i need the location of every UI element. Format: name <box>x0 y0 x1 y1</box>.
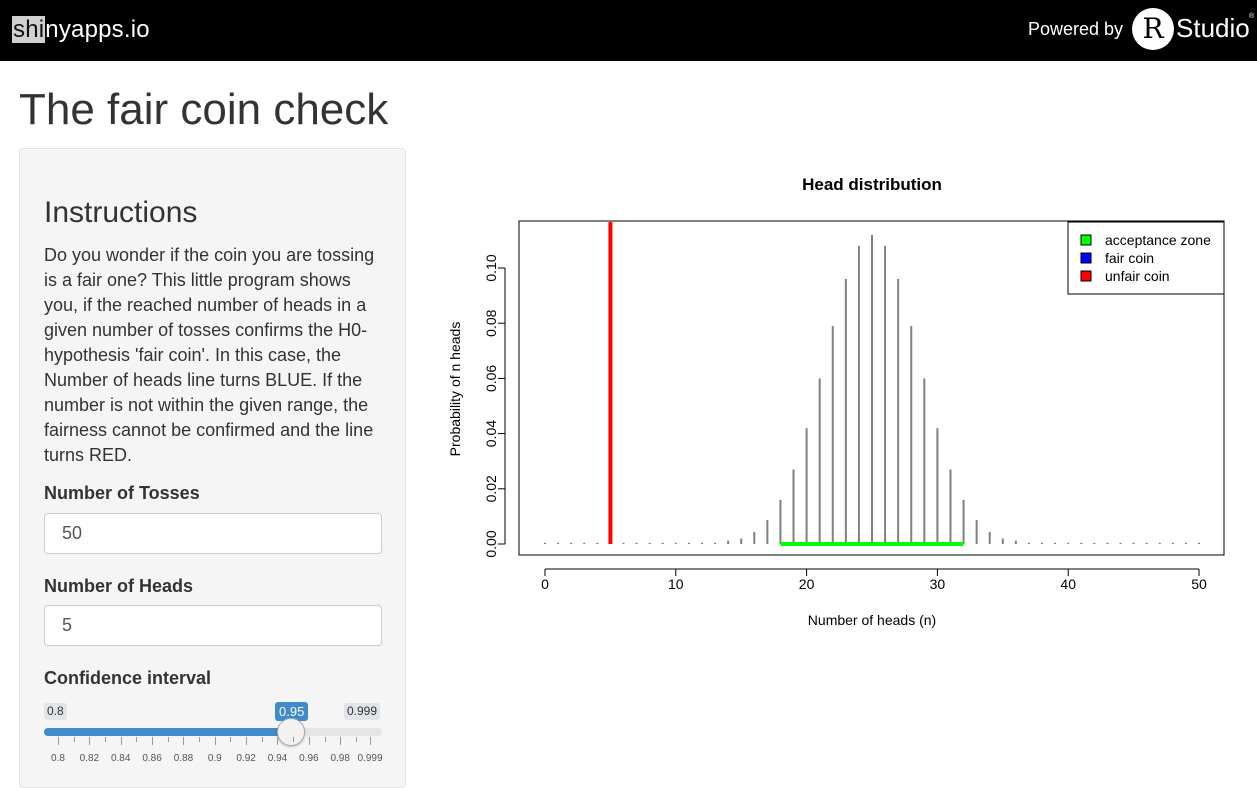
trademark-mark: ® <box>1249 13 1255 20</box>
slider-tick-label: 0.9 <box>207 753 222 764</box>
legend-swatch <box>1080 234 1092 246</box>
slider-tick-major <box>214 737 216 745</box>
powered-by-label: Powered by <box>1028 19 1124 39</box>
slider-tick <box>293 737 295 742</box>
slider-tick-major <box>277 737 279 745</box>
slider-tick-major <box>246 737 248 745</box>
slider-tick <box>105 737 107 742</box>
slider-tick-label: 0.92 <box>236 753 256 764</box>
top-bar: shinyapps.io Powered by R Studio ® <box>0 0 1257 61</box>
plot-legend: acceptance zone fair coin unfair coin <box>1067 221 1225 295</box>
slider-tick <box>73 737 75 742</box>
slider-tick-major <box>340 737 342 745</box>
legend-label: fair coin <box>1105 250 1154 266</box>
legend-label: unfair coin <box>1105 268 1170 284</box>
legend-label: acceptance zone <box>1105 232 1211 248</box>
y-tick-label: 0.10 <box>483 254 499 281</box>
heads-label: Number of Heads <box>44 576 194 596</box>
y-tick-label: 0.04 <box>483 420 499 447</box>
slider-tick-label: 0.98 <box>330 753 350 764</box>
y-tick-label: 0.08 <box>483 309 499 336</box>
slider-tick-major <box>89 737 91 745</box>
x-tick-label: 50 <box>1191 576 1207 592</box>
sidebar-panel: Instructions Do you wonder if the coin y… <box>19 148 406 788</box>
slider-tick <box>199 737 201 742</box>
x-axis-label: Number of heads (n) <box>808 612 936 628</box>
slider-tick-label: 0.999 <box>357 753 383 764</box>
tosses-label: Number of Tosses <box>44 483 200 503</box>
slider-tick <box>355 737 357 742</box>
slider-fill <box>44 728 292 736</box>
instructions-heading: Instructions <box>44 196 198 229</box>
x-tick-label: 20 <box>799 576 815 592</box>
slider-min-label: 0.8 <box>44 703 67 720</box>
slider-tick-label: 0.8 <box>51 753 65 764</box>
slider-tick-label: 0.94 <box>267 753 288 764</box>
slider-tick-major <box>370 737 371 745</box>
y-tick-label: 0.00 <box>483 530 499 557</box>
head-distribution-plot: Head distribution 0 10 20 30 40 50 0.00 0.02 0.0… <box>447 175 1225 628</box>
plot-title: Head distribution <box>802 175 942 194</box>
slider-max-label: 0.999 <box>344 703 381 720</box>
slider-tick-label: 0.88 <box>173 753 194 764</box>
rstudio-r-icon[interactable]: R <box>1132 8 1174 50</box>
slider-tick-major <box>183 737 185 745</box>
slider-tick <box>324 737 326 742</box>
x-tick-label: 40 <box>1060 576 1076 592</box>
slider-tick <box>136 737 138 742</box>
legend-swatch <box>1080 270 1092 282</box>
y-axis-label: Probability of n heads <box>447 322 463 457</box>
slider-tick-major <box>120 737 122 745</box>
slider-tick-label: 0.82 <box>79 753 100 764</box>
slider-tick-major <box>58 737 59 745</box>
shinyapps-logo[interactable]: shinyapps.io <box>12 14 150 45</box>
legend-swatch <box>1080 252 1092 264</box>
brand-highlight: shi <box>12 16 46 43</box>
instructions-text: Do you wonder if the coin you are tossin… <box>44 245 375 465</box>
slider-ticks <box>44 737 386 751</box>
x-tick-label: 30 <box>930 576 946 592</box>
slider-tick <box>230 737 232 742</box>
slider-tick-label: 0.86 <box>142 753 162 764</box>
x-tick-label: 10 <box>668 576 684 592</box>
confidence-label: Confidence interval <box>44 668 212 688</box>
confidence-slider[interactable]: 0.8 0.999 0.95 0.8 0.82 0.84 0.86 0.88 0.9 0.9… <box>44 692 386 782</box>
x-tick-label: 0 <box>541 576 549 592</box>
y-tick-label: 0.06 <box>483 365 499 392</box>
slider-tick-major <box>308 737 310 745</box>
brand-text: nyapps.io <box>45 16 150 43</box>
rstudio-logo-text[interactable]: Studio <box>1176 12 1250 44</box>
slider-tick <box>261 737 263 742</box>
slider-tick-label: 0.84 <box>110 753 131 764</box>
slider-tick-label: 0.96 <box>299 753 319 764</box>
slider-tick <box>167 737 169 742</box>
slider-tick-major <box>152 737 154 745</box>
y-tick-label: 0.02 <box>483 475 499 502</box>
tosses-input[interactable] <box>44 513 382 554</box>
page-title: The fair coin check <box>19 85 389 134</box>
heads-input[interactable] <box>44 605 382 646</box>
